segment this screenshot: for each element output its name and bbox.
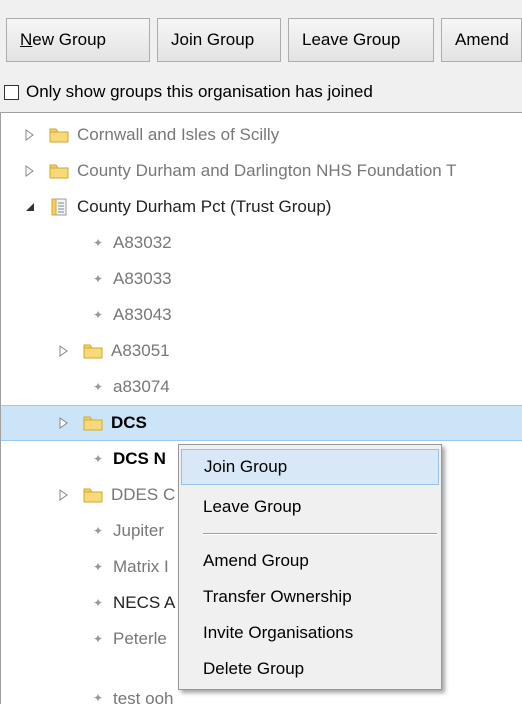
tree-row-a83043[interactable]: ✦ A83043 [1, 297, 522, 333]
tree-row-county-durham-darlington[interactable]: County Durham and Darlington NHS Foundat… [1, 153, 522, 189]
tree-item-label: Cornwall and Isles of Scilly [77, 125, 280, 144]
context-join-group[interactable]: Join Group [181, 449, 439, 485]
context-menu: Join Group Leave Group Amend Group Trans… [178, 444, 442, 690]
expand-icon[interactable] [23, 164, 37, 178]
tree-item-label: A83043 [113, 305, 172, 324]
folder-icon [49, 128, 69, 143]
context-invite-organisations[interactable]: Invite Organisations [181, 615, 439, 651]
context-amend-group[interactable]: Amend Group [181, 543, 439, 579]
tree-item-label: A83051 [111, 341, 170, 360]
leaf-dot-icon: ✦ [93, 272, 104, 286]
new-group-button[interactable]: New Group [6, 18, 150, 62]
leaf-dot-icon: ✦ [93, 452, 104, 466]
leaf-dot-icon: ✦ [93, 380, 104, 394]
amend-group-button[interactable]: Amend [441, 18, 522, 62]
tree-item-label: DCS N [113, 449, 166, 468]
tree-item-label: test ooh [113, 689, 174, 704]
context-leave-group[interactable]: Leave Group [181, 489, 439, 525]
leaf-dot-icon: ✦ [93, 524, 104, 538]
context-transfer-ownership[interactable]: Transfer Ownership [181, 579, 439, 615]
tree-item-label: a83074 [113, 377, 170, 396]
join-group-button[interactable]: Join Group [157, 18, 281, 62]
leaf-dot-icon: ✦ [93, 308, 104, 322]
tree-row-county-durham-pct[interactable]: County Durham Pct (Trust Group) [1, 189, 522, 225]
tree-row-dcs-selected[interactable]: DCS [1, 405, 522, 441]
only-joined-label: Only show groups this organisation has j… [26, 82, 373, 101]
document-icon [51, 198, 67, 216]
folder-icon [49, 164, 69, 179]
context-delete-group[interactable]: Delete Group [181, 651, 439, 687]
folder-icon [83, 344, 103, 359]
tree-item-label: County Durham Pct (Trust Group) [77, 197, 332, 216]
expand-icon[interactable] [23, 128, 37, 142]
leaf-dot-icon: ✦ [93, 236, 104, 250]
tree-item-label: A83033 [113, 269, 172, 288]
leaf-dot-icon: ✦ [93, 691, 104, 704]
tree-row-cornwall[interactable]: Cornwall and Isles of Scilly [1, 117, 522, 153]
expand-icon[interactable] [57, 488, 71, 502]
leave-group-button[interactable]: Leave Group [288, 18, 434, 62]
tree-row-a83051[interactable]: A83051 [1, 333, 522, 369]
tree-item-label: County Durham and Darlington NHS Foundat… [77, 161, 457, 180]
toolbar: New Group Join Group Leave Group Amend [0, 0, 522, 74]
tree-row-a83032[interactable]: ✦ A83032 [1, 225, 522, 261]
tree-row-a83033[interactable]: ✦ A83033 [1, 261, 522, 297]
tree-item-label: NECS A [113, 593, 176, 612]
expand-icon[interactable] [57, 416, 71, 430]
expand-icon[interactable] [57, 344, 71, 358]
folder-icon [83, 488, 103, 503]
tree-row-a83074[interactable]: ✦ a83074 [1, 369, 522, 405]
menu-separator [203, 533, 437, 535]
tree-item-label: A83032 [113, 233, 172, 252]
collapse-icon[interactable] [23, 200, 37, 214]
leaf-dot-icon: ✦ [93, 596, 104, 610]
leaf-dot-icon: ✦ [93, 632, 104, 646]
filter-row: Only show groups this organisation has j… [0, 76, 522, 108]
only-joined-checkbox[interactable] [4, 84, 19, 100]
leaf-dot-icon: ✦ [93, 560, 104, 574]
tree-item-label: Peterle [113, 629, 167, 648]
tree-item-label: Matrix I [113, 557, 169, 576]
new-group-label: ew Group [32, 30, 106, 49]
tree-item-label: DDES C [111, 485, 176, 504]
tree-item-label: Jupiter [113, 521, 165, 540]
new-group-accelerator: N [20, 30, 33, 49]
tree-item-label: DCS [111, 413, 147, 432]
folder-icon [83, 416, 103, 431]
